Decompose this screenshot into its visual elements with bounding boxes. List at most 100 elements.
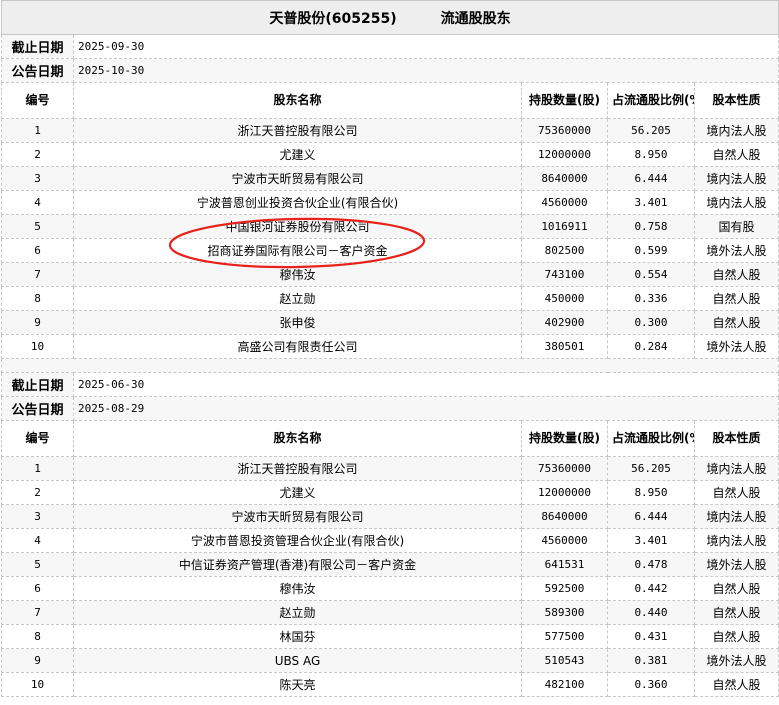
- spacer: [0, 358, 779, 373]
- shares-cell: 450000: [521, 286, 608, 311]
- shares-cell: 743100: [521, 262, 608, 287]
- share-type-cell: 自然人股: [693, 262, 779, 287]
- ratio-cell: 56.205: [607, 118, 695, 143]
- shares-cell: 802500: [521, 238, 608, 263]
- end-date-value: 2025-09-30: [72, 34, 779, 59]
- holder-name-cell: 赵立勋: [73, 600, 522, 625]
- shares-cell: 482100: [521, 672, 608, 697]
- rank-cell: 5: [1, 214, 74, 239]
- share-type-cell: 境外法人股: [693, 552, 779, 577]
- ratio-cell: 0.360: [607, 672, 695, 697]
- holder-name-cell: 宁波市天昕贸易有限公司: [73, 166, 522, 191]
- shares-cell: 577500: [521, 624, 608, 649]
- column-header: 编号: [1, 82, 74, 119]
- rank-cell: 3: [1, 166, 74, 191]
- holder-name-cell: 陈天亮: [73, 672, 522, 697]
- rank-cell: 6: [1, 238, 74, 263]
- table-row: 9 张申俊 402900 0.300 自然人股: [1, 310, 779, 335]
- share-type-cell: 自然人股: [693, 624, 779, 649]
- rank-cell: 9: [1, 648, 74, 673]
- shares-cell: 1016911: [521, 214, 608, 239]
- holder-name-cell: UBS AG: [73, 648, 522, 673]
- shares-cell: 641531: [521, 552, 608, 577]
- rank-cell: 4: [1, 528, 74, 553]
- share-type-cell: 自然人股: [693, 672, 779, 697]
- table-row: 5 中国银河证券股份有限公司 1016911 0.758 国有股: [1, 214, 779, 239]
- share-type-cell: 境内法人股: [693, 456, 779, 481]
- ratio-cell: 0.440: [607, 600, 695, 625]
- column-header: 股东名称: [73, 420, 522, 457]
- end-date-label: 截止日期: [1, 372, 74, 397]
- column-header: 股本性质: [693, 420, 779, 457]
- table-row: 3 宁波市天昕贸易有限公司 8640000 6.444 境内法人股: [1, 504, 779, 529]
- shares-cell: 12000000: [521, 142, 608, 167]
- holder-name-cell: 宁波市普恩投资管理合伙企业(有限合伙): [73, 528, 522, 553]
- share-type-cell: 自然人股: [693, 576, 779, 601]
- rank-cell: 3: [1, 504, 74, 529]
- holder-name-cell: 招商证券国际有限公司－客户资金: [73, 238, 522, 263]
- announce-date-label: 公告日期: [1, 58, 74, 83]
- shares-cell: 4560000: [521, 528, 608, 553]
- shares-cell: 589300: [521, 600, 608, 625]
- table-row: 8 林国芬 577500 0.431 自然人股: [1, 624, 779, 649]
- table-row: 2 尤建义 12000000 8.950 自然人股: [1, 142, 779, 167]
- ratio-cell: 8.950: [607, 142, 695, 167]
- announce-date-row: 公告日期 2025-10-30: [1, 58, 779, 83]
- announce-date-row: 公告日期 2025-08-29: [1, 396, 779, 421]
- holder-name-cell: 中信证券资产管理(香港)有限公司－客户资金: [73, 552, 522, 577]
- ratio-cell: 0.478: [607, 552, 695, 577]
- shares-cell: 12000000: [521, 480, 608, 505]
- ratio-cell: 0.300: [607, 310, 695, 335]
- table-row: 8 赵立勋 450000 0.336 自然人股: [1, 286, 779, 311]
- column-header: 持股数量(股): [521, 82, 608, 119]
- shares-cell: 4560000: [521, 190, 608, 215]
- ratio-cell: 0.442: [607, 576, 695, 601]
- table-row: 2 尤建义 12000000 8.950 自然人股: [1, 480, 779, 505]
- table-row: 10 高盛公司有限责任公司 380501 0.284 境外法人股: [1, 334, 779, 359]
- share-type-cell: 自然人股: [693, 600, 779, 625]
- column-header: 占流通股比例(%): [607, 420, 695, 457]
- spacer-row: [0, 358, 779, 373]
- shares-cell: 402900: [521, 310, 608, 335]
- section-name: 流通股股东: [440, 10, 511, 27]
- share-type-cell: 境内法人股: [693, 528, 779, 553]
- ratio-cell: 0.336: [607, 286, 695, 311]
- page-title: 天普股份(605255) 流通股股东: [0, 0, 779, 35]
- share-type-cell: 境内法人股: [693, 166, 779, 191]
- end-date-row: 截止日期 2025-09-30: [1, 34, 779, 59]
- shares-cell: 8640000: [521, 166, 608, 191]
- stock-name: 天普股份(605255): [269, 10, 397, 27]
- column-header: 持股数量(股): [521, 420, 608, 457]
- share-type-cell: 境外法人股: [693, 648, 779, 673]
- holder-name-cell: 浙江天普控股有限公司: [73, 118, 522, 143]
- holder-name-cell: 宁波市天昕贸易有限公司: [73, 504, 522, 529]
- announce-date-value: 2025-08-29: [72, 396, 779, 421]
- holder-name-cell: 尤建义: [73, 142, 522, 167]
- holder-name-cell: 林国芬: [73, 624, 522, 649]
- table-row: 4 宁波普恩创业投资合伙企业(有限合伙) 4560000 3.401 境内法人股: [1, 190, 779, 215]
- shares-cell: 510543: [521, 648, 608, 673]
- share-type-cell: 自然人股: [693, 310, 779, 335]
- holder-name-cell: 高盛公司有限责任公司: [73, 334, 522, 359]
- column-header: 股东名称: [73, 82, 522, 119]
- share-type-cell: 境内法人股: [693, 504, 779, 529]
- header-row: 编号股东名称持股数量(股)占流通股比例(%)股本性质: [1, 420, 779, 457]
- end-date-row: 截止日期 2025-06-30: [1, 372, 779, 397]
- shares-cell: 8640000: [521, 504, 608, 529]
- rank-cell: 10: [1, 334, 74, 359]
- share-type-cell: 境外法人股: [693, 334, 779, 359]
- table-row: 9 UBS AG 510543 0.381 境外法人股: [1, 648, 779, 673]
- rank-cell: 9: [1, 310, 74, 335]
- share-type-cell: 自然人股: [693, 286, 779, 311]
- table-row: 4 宁波市普恩投资管理合伙企业(有限合伙) 4560000 3.401 境内法人股: [1, 528, 779, 553]
- holder-name-cell: 赵立勋: [73, 286, 522, 311]
- end-date-value: 2025-06-30: [72, 372, 779, 397]
- share-type-cell: 境内法人股: [693, 190, 779, 215]
- shares-cell: 75360000: [521, 118, 608, 143]
- ratio-cell: 6.444: [607, 166, 695, 191]
- announce-date-value: 2025-10-30: [72, 58, 779, 83]
- ratio-cell: 0.284: [607, 334, 695, 359]
- holder-name-cell: 尤建义: [73, 480, 522, 505]
- table-row: 1 浙江天普控股有限公司 75360000 56.205 境内法人股: [1, 118, 779, 143]
- rank-cell: 8: [1, 286, 74, 311]
